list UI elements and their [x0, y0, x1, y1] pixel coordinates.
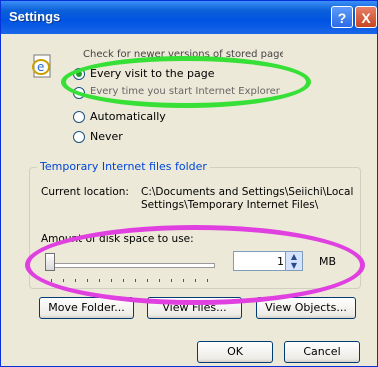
radio-every-visit[interactable] [73, 68, 85, 80]
radio-automatically[interactable] [73, 111, 85, 123]
ie-page-icon: e [32, 54, 51, 78]
green-highlight-annotation [61, 56, 311, 108]
disk-space-spinbox[interactable]: 1 ▲ ▼ [233, 251, 303, 271]
window-title: Settings [9, 9, 61, 24]
slider-ticks [51, 279, 211, 282]
ok-button[interactable]: OK [197, 341, 273, 363]
radio-label-every-start: Every time you start Internet Explorer [90, 86, 280, 97]
settings-window: Settings ? X e Check for newer versions … [0, 0, 378, 367]
radio-never[interactable] [73, 131, 85, 143]
unit-label: MB [319, 255, 337, 268]
disk-space-slider-track[interactable] [53, 263, 215, 268]
group-label: Temporary Internet files folder [37, 160, 210, 173]
view-files-button[interactable]: View Files... [147, 297, 242, 319]
svg-text:e: e [37, 60, 44, 74]
title-bar[interactable]: Settings ? X [1, 1, 377, 34]
radio-label-every-visit: Every visit to the page [90, 67, 215, 80]
check-heading: Check for newer versions of stored pages… [83, 49, 283, 60]
radio-label-automatically: Automatically [90, 110, 166, 123]
disk-space-slider-thumb[interactable] [45, 253, 55, 271]
radio-every-start[interactable] [73, 87, 85, 99]
spin-up-down-icon[interactable]: ▲ ▼ [285, 252, 302, 270]
view-objects-button[interactable]: View Objects... [256, 297, 356, 319]
close-button[interactable]: X [355, 6, 377, 28]
current-location-path: C:\Documents and Settings\Seiichi\Local … [141, 186, 354, 211]
current-location-label: Current location: [41, 186, 129, 198]
help-button[interactable]: ? [331, 6, 353, 28]
disk-space-label: Amount of disk space to use: [41, 233, 194, 245]
move-folder-button[interactable]: Move Folder... [39, 297, 134, 319]
cancel-button[interactable]: Cancel [284, 341, 360, 363]
disk-space-value: 1 [277, 255, 284, 268]
radio-label-never: Never [90, 130, 123, 143]
